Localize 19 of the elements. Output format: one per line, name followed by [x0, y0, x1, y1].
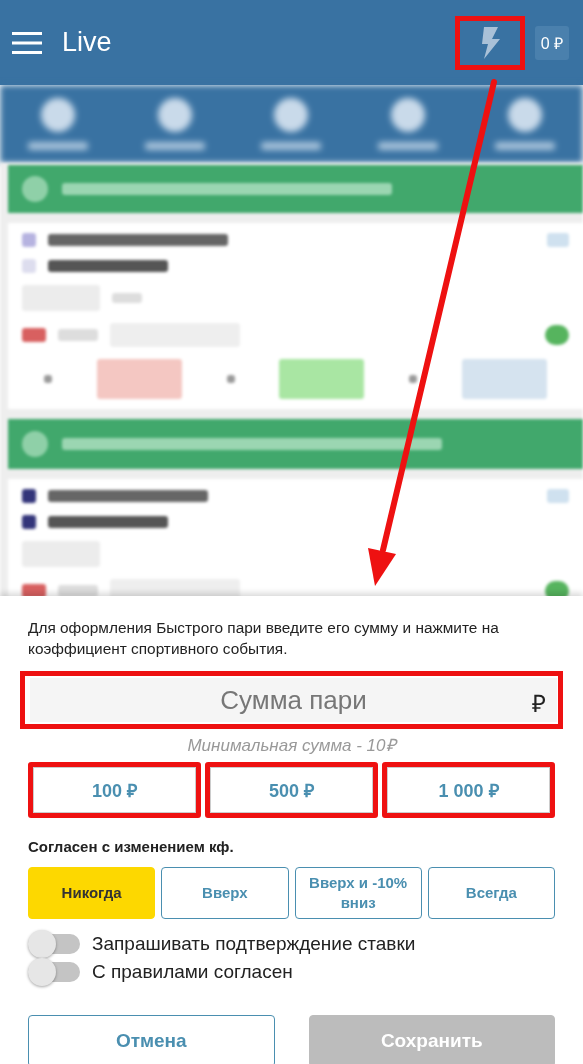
toggle-label: Запрашивать подтверждение ставки [92, 933, 416, 955]
description-text: Для оформления Быстрого пари введите его сумму и нажмите на коэффициент спортивного события. [28, 618, 500, 659]
blurred-icon [22, 176, 48, 202]
page-title: Live [62, 27, 113, 58]
currency-sign: ₽ [532, 689, 546, 719]
odds-change-option[interactable]: Вверх и -10% вниз [294, 867, 422, 919]
quick-amount-button[interactable]: 500 ₽ [210, 767, 373, 813]
odds-change-label: Согласен с изменением кф. [28, 838, 235, 855]
cancel-button[interactable]: Отмена [28, 1015, 275, 1064]
minimum-amount-hint: Минимальная сумма - 10₽ [186, 735, 399, 756]
blurred-icon [22, 431, 48, 457]
toggle-label: С правилами согласен [92, 961, 293, 983]
quick-amount-button[interactable]: 1 000 ₽ [387, 767, 550, 813]
odds-change-option[interactable]: Всегда [427, 867, 555, 919]
menu-icon[interactable] [12, 31, 42, 54]
quick-amount-button[interactable]: 100 ₽ [33, 767, 196, 813]
odds-change-option[interactable]: Никогда [28, 867, 156, 919]
odds-change-option[interactable]: Вверх [161, 867, 289, 919]
balance-badge[interactable]: 0 ₽ [534, 25, 569, 60]
